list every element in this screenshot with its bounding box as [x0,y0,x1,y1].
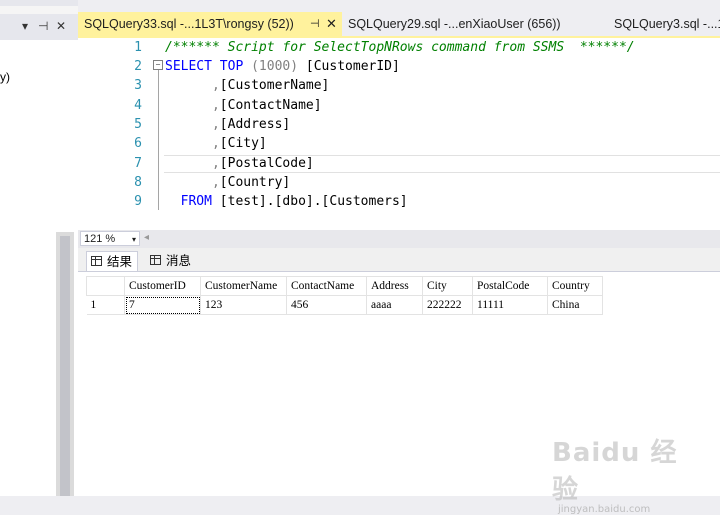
watermark-logo: Baidu 经验 [552,438,678,505]
dropdown-icon[interactable]: ▾ [22,19,28,33]
line-number: 1 [134,40,142,55]
tab-label: 结果 [107,255,133,269]
results-grid: CustomerID CustomerName ContactName Addr… [86,276,603,315]
grid-cell[interactable]: 11111 [472,295,548,315]
tab-sqlquery33[interactable]: SQLQuery33.sql -...1L3T\rongsy (52)) ⊣ ✕ [78,12,342,36]
code-line-6: ,[City] [165,136,267,151]
column-header[interactable]: Country [547,276,603,296]
line-number: 4 [134,98,142,113]
row-header-corner[interactable] [86,276,125,296]
document-tab-strip: SQLQuery33.sql -...1L3T\rongsy (52)) ⊣ ✕… [78,12,720,36]
column-identifier: [Country] [219,175,291,190]
comma: , [211,156,220,171]
outline-guide [158,70,159,210]
keyword: FROM [180,194,212,209]
line-number: 3 [134,78,142,93]
close-icon[interactable]: ✕ [326,12,337,36]
grid-cell[interactable]: 123 [200,295,287,315]
line-number: 9 [134,194,142,209]
line-number: 8 [134,175,142,190]
column-header[interactable]: ContactName [286,276,367,296]
table-row: 1 7 123 456 aaaa 222222 11111 China [86,295,603,315]
column-header[interactable]: CustomerName [200,276,287,296]
toolbar [78,0,720,12]
scroll-left-icon[interactable]: ◂ [144,232,149,243]
line-number-gutter: 1 2 3 4 5 6 7 8 9 [78,38,148,230]
tab-label: SQLQuery29.sql -...enXiaoUser (656)) [348,17,561,31]
zoom-dropdown[interactable]: 121 % ▾ [80,231,140,246]
comma: , [211,98,220,113]
tab-label: SQLQuery3.sql -...1 [614,17,720,31]
close-icon[interactable]: ✕ [56,19,66,33]
toolbar-strip [0,0,78,6]
comma: , [211,175,220,190]
column-identifier: [PostalCode] [219,156,314,171]
collapse-toggle-icon[interactable]: − [153,60,163,70]
comma: , [211,117,220,132]
line-number: 5 [134,117,142,132]
table-identifier: [test].[dbo].[Customers] [219,194,408,209]
row-number[interactable]: 1 [86,295,125,315]
code-line-7: ,[PostalCode] [165,156,314,171]
column-identifier: [City] [219,136,267,151]
grid-cell[interactable]: China [547,295,603,315]
column-header[interactable]: CustomerID [124,276,201,296]
grid-cell[interactable]: 222222 [422,295,473,315]
tab-results[interactable]: 结果 [86,251,138,271]
code-line-8: ,[Country] [165,175,290,190]
code-line-5: ,[Address] [165,117,290,132]
pin-icon[interactable]: ⊣ [38,19,48,33]
watermark-url: jingyan.baidu.com [558,504,651,515]
sql-editor[interactable]: 1 2 3 4 5 6 7 8 9 − /****** Script for S… [78,38,720,230]
pin-icon[interactable]: ⊣ [310,12,320,36]
tab-sqlquery3[interactable]: SQLQuery3.sql -...1 [614,12,720,36]
line-number: 2 [134,59,142,74]
tab-label: SQLQuery33.sql -...1L3T\rongsy (52)) [84,17,294,31]
results-tab-bar: 结果 消息 [78,248,720,272]
scrollbar-thumb[interactable] [60,236,70,496]
line-number: 6 [134,136,142,151]
code-token: (1000) [243,59,306,74]
line-number: 7 [134,156,142,171]
grid-icon [91,256,102,266]
column-identifier: [ContactName] [219,98,322,113]
code-line-4: ,[ContactName] [165,98,322,113]
messages-icon [150,255,161,265]
column-header[interactable]: Address [366,276,423,296]
column-header[interactable]: PostalCode [472,276,548,296]
grid-cell[interactable]: 7 [124,295,201,315]
comma: , [211,78,220,93]
tab-messages[interactable]: 消息 [146,251,218,271]
column-identifier: [Address] [219,117,291,132]
column-identifier: [CustomerID] [305,59,400,74]
grid-cell[interactable]: 456 [286,295,367,315]
tab-label: 消息 [166,254,192,268]
comma: , [211,136,220,151]
grid-cell[interactable]: aaaa [366,295,423,315]
editor-status-bar: 121 % ▾ ◂ [78,230,720,248]
column-header[interactable]: City [422,276,473,296]
tab-sqlquery29[interactable]: SQLQuery29.sql -...enXiaoUser (656)) [348,12,561,36]
object-explorer-header: ▾ ⊣ ✕ [0,14,78,40]
keyword: TOP [219,59,244,74]
code-line-2: SELECT TOP (1000) [CustomerID] [165,59,400,74]
column-identifier: [CustomerName] [219,78,330,93]
grid-header-row: CustomerID CustomerName ContactName Addr… [86,276,603,296]
watermark: Baidu 经验 jingyan.baidu.com [552,432,692,515]
tree-node-label[interactable]: y) [0,70,10,84]
keyword: SELECT [165,59,212,74]
code-line-1: /****** Script for SelectTopNRows comman… [165,40,635,55]
code-line-9: FROM [test].[dbo].[Customers] [165,194,408,209]
code-line-3: ,[CustomerName] [165,78,329,93]
zoom-value: 121 % [84,233,116,245]
chevron-down-icon: ▾ [131,235,136,244]
